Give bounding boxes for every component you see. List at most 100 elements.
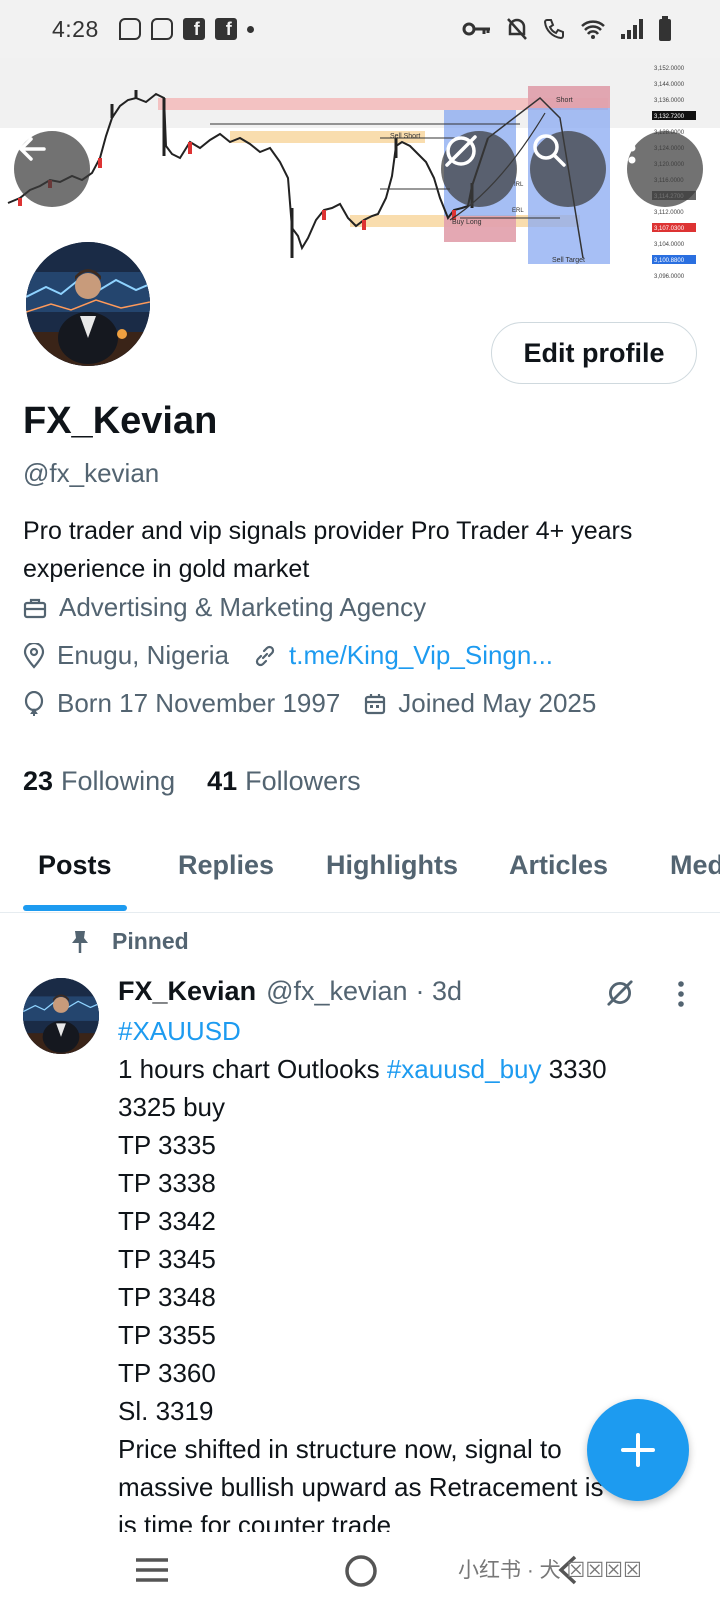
profile-category-row: Advertising & Marketing Agency [23,592,450,623]
post-line: TP 3360 [118,1358,216,1388]
more-options-button[interactable] [627,131,703,207]
post-line: TP 3345 [118,1244,216,1274]
edit-profile-button[interactable]: Edit profile [491,322,697,384]
post-timestamp: · 3d [415,976,463,1006]
post-more-button[interactable] [677,980,685,1013]
post-avatar-image [23,978,99,1054]
post-line: TP 3355 [118,1320,216,1350]
location-pin-icon [23,642,45,669]
back-arrow-icon [19,137,46,161]
post-author-avatar[interactable] [23,978,99,1054]
post-line: TP 3335 [118,1130,216,1160]
profile-birthday: Born 17 November 1997 [57,688,341,718]
facebook-notification-icon-2 [214,18,237,40]
followers-link[interactable]: 41 Followers [207,766,361,797]
pinned-label: Pinned [112,928,189,954]
tab-articles[interactable]: Articles [509,850,608,881]
more-vertical-icon [678,981,684,1007]
label-sell-target: Sell Target [552,257,585,264]
post-line: TP 3348 [118,1282,216,1312]
profile-tabs: Posts Replies Highlights Articles Media [0,826,720,913]
tab-posts[interactable]: Posts [38,850,112,881]
profile-handle: @fx_kevian [23,458,160,488]
grok-icon [607,980,633,1006]
following-count: 23 [23,766,54,796]
balloon-icon [24,690,44,716]
price-tick-label: 3,144.0000 [654,82,685,88]
profile-bio: Pro trader and vip signals provider Pro … [23,517,633,583]
profile-display-name: FX_Kevian [23,400,218,442]
post-grok-button[interactable] [604,977,636,1014]
watermark: 小红书 · 犬 ☒☒☒☒ [458,1559,642,1582]
mute-icon [507,18,527,40]
profile-location-row: Enugu, Nigeria t.me/King_Vip_Singn... [23,640,577,671]
label-irl: IRL [514,182,524,188]
link-icon [255,645,275,666]
price-tick-label: 3,136.0000 [654,98,685,104]
label-short: Short [556,97,573,104]
battery-icon [659,16,671,41]
active-tab-indicator [23,905,127,911]
post-line-1: 1 hours chart Outlooks #xauusd_buy 3330 [118,1050,678,1088]
price-tick-label: 3,100.8800 [654,258,685,264]
post-line: 3325 buy [118,1092,225,1122]
messenger-notification-icon-2 [150,18,173,40]
label-erl: ERL [512,208,524,214]
post-line: TP 3342 [118,1206,216,1236]
profile-avatar[interactable] [22,238,154,370]
price-tick-label: 3,112.0000 [654,210,684,216]
price-tick-label: 3,132.7200 [654,114,685,120]
profile-category: Advertising & Marketing Agency [59,592,427,622]
post-author-handle: @fx_kevian [266,976,408,1006]
post-hashtag[interactable]: #XAUUSD [118,1012,678,1050]
label-sell-short: Sell Short [390,133,420,140]
back-button[interactable] [14,131,90,207]
post-author-name[interactable]: FX_Kevian [118,976,256,1007]
recent-apps-icon[interactable] [134,1554,170,1586]
post-hashtag-buy[interactable]: #xauusd_buy [387,1054,542,1084]
avatar-image [26,242,150,366]
tab-highlights[interactable]: Highlights [326,850,458,881]
search-icon [533,134,566,167]
grok-button[interactable] [441,131,517,207]
search-button[interactable] [530,131,606,207]
follow-stats: 23 Following 41 Followers [23,766,361,797]
profile-joined-date: Joined May 2025 [398,688,597,718]
messenger-notification-icon [118,18,141,40]
label-buy-long: Buy Long [452,219,482,226]
wifi-icon [581,20,605,39]
profile-location: Enugu, Nigeria [57,640,229,670]
post-line-1-text: 1 hours chart Outlooks [118,1054,387,1084]
post-line: TP 3338 [118,1168,216,1198]
post-header: FX_Kevian @fx_kevian · 3d [118,976,462,1007]
grok-icon [445,135,477,167]
followers-label: Followers [245,766,361,796]
pin-icon [72,930,88,953]
post-line-1-tail: 3330 [541,1054,607,1084]
price-tick-label: 3,107.0300 [654,226,685,232]
tab-media[interactable]: Media [670,850,720,881]
profile-website-link[interactable]: t.me/King_Vip_Singn... [289,640,553,671]
tab-replies[interactable]: Replies [178,850,274,881]
price-tick-label: 3,104.0000 [654,242,685,248]
status-time: 4:28 [52,15,99,42]
wifi-call-icon [543,19,564,40]
price-tick-label: 3,152.0000 [654,66,685,72]
followers-count: 41 [207,766,238,796]
more-notifications-dot-icon [246,25,254,33]
key-icon [462,22,490,36]
following-link[interactable]: 23 Following [23,766,175,797]
facebook-notification-icon [182,18,205,40]
home-icon[interactable] [344,1554,378,1588]
pinned-label-row: Pinned [70,928,189,955]
compose-post-button[interactable] [587,1399,689,1501]
profile-dates-row: Born 17 November 1997 Joined May 2025 [23,688,620,719]
following-label: Following [61,766,176,796]
signal-icon [621,19,643,39]
calendar-icon [365,693,386,714]
plus-icon [621,1433,655,1467]
more-vertical-icon [628,132,636,164]
status-bar: 4:28 [0,0,720,58]
briefcase-icon [23,598,47,618]
price-tick-label: 3,096.0000 [654,274,685,280]
